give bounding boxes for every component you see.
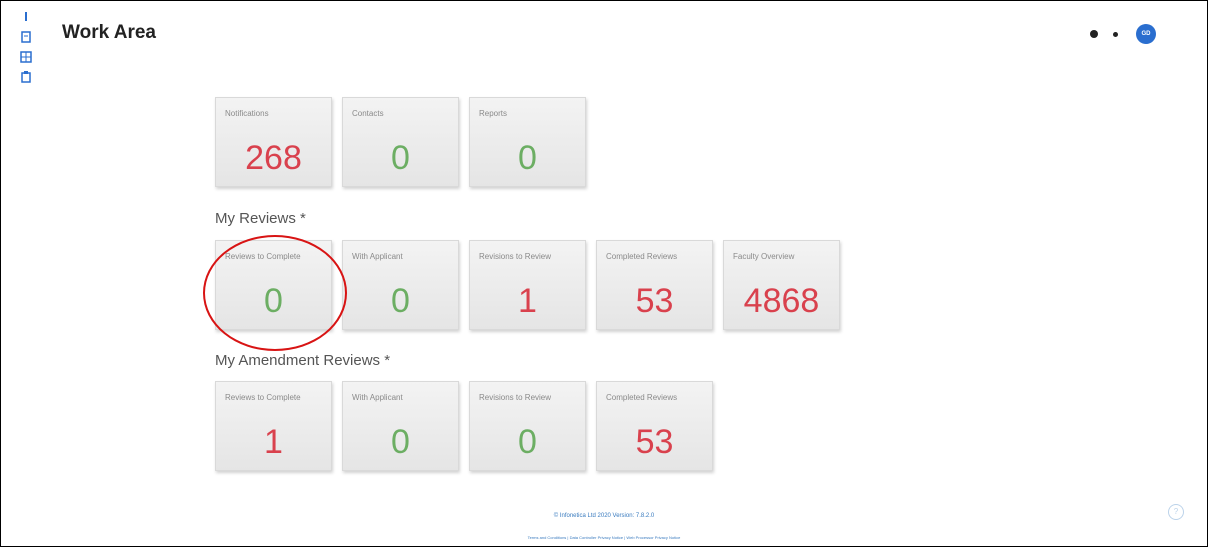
- floating-help-icon[interactable]: ?: [1168, 504, 1184, 520]
- tile-label: Completed Reviews: [606, 252, 678, 261]
- tile-amendment-revisions-to-review[interactable]: Revisions to Review 0: [469, 381, 586, 471]
- clipboard-icon[interactable]: [20, 70, 32, 83]
- tile-label: Revisions to Review: [479, 393, 552, 402]
- info-icon[interactable]: [20, 10, 32, 22]
- tile-value: 0: [518, 423, 537, 461]
- tile-amendment-reviews-to-complete[interactable]: Reviews to Complete 1: [215, 381, 332, 471]
- tile-completed-reviews[interactable]: Completed Reviews 53: [596, 240, 713, 330]
- tile-with-applicant[interactable]: With Applicant 0: [342, 240, 459, 330]
- document-icon[interactable]: [20, 30, 32, 43]
- tile-label: Notifications: [225, 109, 269, 118]
- tile-value: 53: [635, 423, 674, 461]
- section-title-amendment-reviews: My Amendment Reviews *: [215, 352, 391, 369]
- tile-value: 53: [635, 282, 674, 320]
- grid-icon[interactable]: [20, 50, 32, 63]
- tile-amendment-with-applicant[interactable]: With Applicant 0: [342, 381, 459, 471]
- tile-amendment-completed-reviews[interactable]: Completed Reviews 53: [596, 381, 713, 471]
- tile-value: 1: [518, 282, 537, 320]
- tile-label: Revisions to Review: [479, 252, 552, 261]
- tile-faculty-overview[interactable]: Faculty Overview 4868: [723, 240, 840, 330]
- tile-value: 0: [391, 139, 410, 177]
- tile-notifications[interactable]: Notifications 268: [215, 97, 332, 187]
- tile-reports[interactable]: Reports 0: [469, 97, 586, 187]
- help-icon[interactable]: [1090, 30, 1098, 38]
- tile-label: Faculty Overview: [733, 252, 795, 261]
- tile-label: Reports: [479, 109, 508, 118]
- avatar[interactable]: GD: [1136, 24, 1156, 44]
- tile-contacts[interactable]: Contacts 0: [342, 97, 459, 187]
- page-title: Work Area: [62, 22, 156, 43]
- tile-value: 1: [264, 423, 283, 461]
- tile-label: With Applicant: [352, 393, 403, 402]
- tile-label: Completed Reviews: [606, 393, 678, 402]
- footer-links[interactable]: Terms and Conditions | Data Controller P…: [0, 535, 1208, 540]
- tile-value: 268: [245, 139, 302, 177]
- notification-dot-icon[interactable]: [1113, 32, 1118, 37]
- footer-copyright: © Infonetica Ltd 2020 Version: 7.8.2.0: [553, 513, 655, 519]
- highlight-circle-annotation: [203, 235, 347, 351]
- tile-label: With Applicant: [352, 252, 403, 261]
- tile-revisions-to-review[interactable]: Revisions to Review 1: [469, 240, 586, 330]
- tile-value: 0: [391, 423, 410, 461]
- tile-label: Contacts: [352, 109, 384, 118]
- tile-value: 0: [391, 282, 410, 320]
- section-title-my-reviews: My Reviews *: [215, 210, 306, 227]
- tile-label: Reviews to Complete: [225, 393, 301, 402]
- tile-value: 4868: [743, 282, 820, 320]
- tile-value: 0: [518, 139, 537, 177]
